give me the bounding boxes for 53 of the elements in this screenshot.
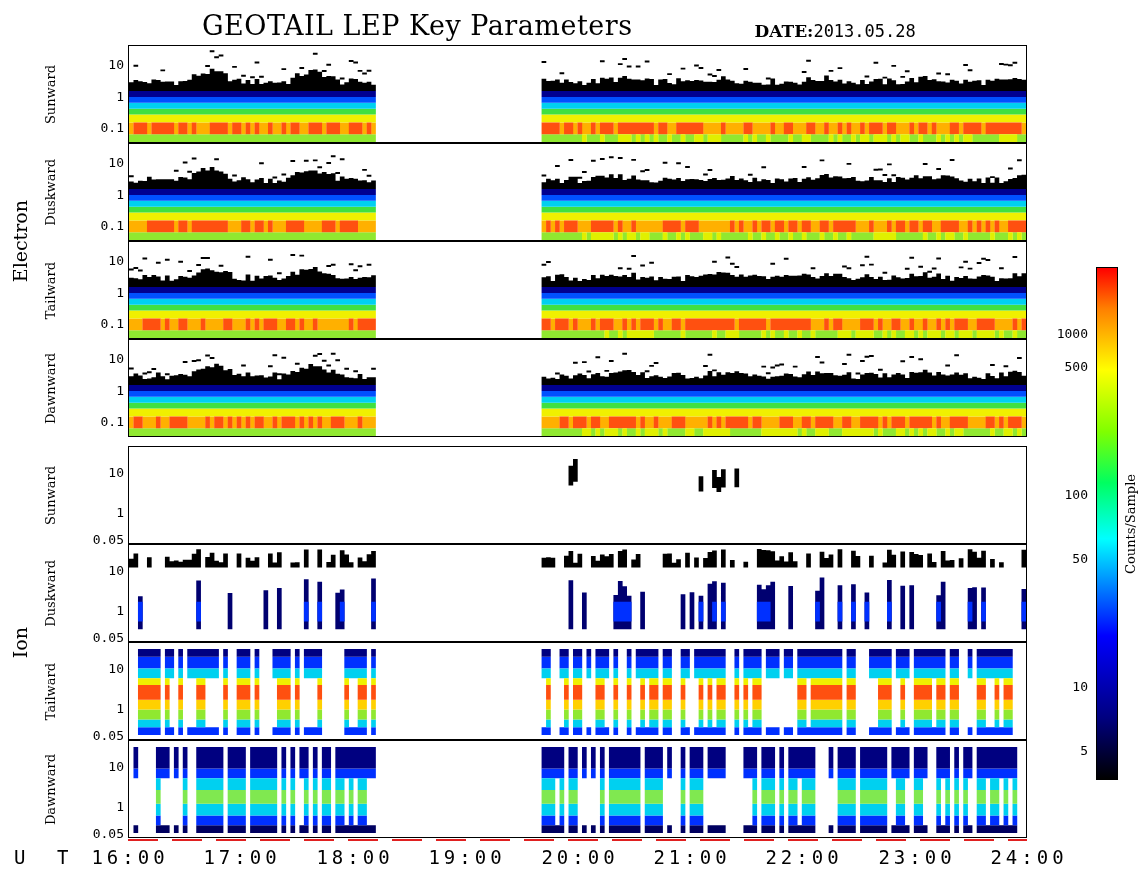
colorbar-tick-label: 1000 [1056, 325, 1088, 341]
x-tick-label: 16:00 [91, 846, 169, 869]
y-tick-label: 1 [116, 504, 124, 520]
y-tick-label: 10 [108, 464, 124, 480]
y-tick-label: 0.05 [92, 825, 124, 841]
x-tick-label: 22:00 [765, 846, 843, 869]
y-tick-label: 10 [108, 758, 124, 774]
colorbar-tick-label: 100 [1064, 486, 1088, 502]
y-tick-label: 0.05 [92, 531, 124, 547]
colorbar-tick-label: 50 [1072, 550, 1088, 566]
panel-label: Tailward [42, 261, 58, 319]
y-tick-label: 10 [108, 252, 124, 268]
panel-label: Dawnward [42, 352, 58, 424]
y-tick-label: 0.05 [92, 727, 124, 743]
y-tick-label: 1 [116, 382, 124, 398]
y-tick-label: 10 [108, 660, 124, 676]
panel-label: Duskward [42, 559, 58, 627]
y-tick-label: 10 [108, 56, 124, 72]
y-tick-label: 1 [116, 88, 124, 104]
x-tick-label: 23:00 [878, 846, 956, 869]
y-tick-label: 1 [116, 602, 124, 618]
x-tick-label: 19:00 [428, 846, 506, 869]
panel-label: Sunward [42, 64, 58, 124]
panel-label: Sunward [42, 465, 58, 525]
y-tick-label: 10 [108, 154, 124, 170]
x-tick-label: 21:00 [653, 846, 731, 869]
y-tick-label: 0.1 [100, 217, 124, 233]
plot-title: GEOTAIL LEP Key Parameters [202, 10, 633, 42]
panel-label: Tailward [42, 662, 58, 720]
x-tick-label: 17:00 [203, 846, 281, 869]
y-tick-label: 0.05 [92, 629, 124, 645]
y-tick-label: 1 [116, 186, 124, 202]
y-tick-label: 1 [116, 284, 124, 300]
colorbar-tick-label: 10 [1072, 678, 1088, 694]
x-tick-label: 18:00 [316, 846, 394, 869]
colorbar-tick-label: 500 [1064, 358, 1088, 374]
y-tick-label: 1 [116, 798, 124, 814]
y-tick-label: 0.1 [100, 413, 124, 429]
y-tick-label: 10 [108, 350, 124, 366]
y-tick-label: 0.1 [100, 315, 124, 331]
date-label: DATE:2013.05.28 [754, 21, 916, 42]
x-axis-label: U T [14, 846, 79, 869]
colorbar-tick-label: 5 [1080, 742, 1088, 758]
panel-label: Dawnward [42, 753, 58, 825]
x-tick-label: 20:00 [541, 846, 619, 869]
y-tick-label: 0.1 [100, 119, 124, 135]
group-label: Electron [9, 200, 31, 283]
panel-label: Duskward [42, 158, 58, 226]
group-label: Ion [9, 626, 31, 658]
x-tick-label: 24:00 [990, 846, 1068, 869]
y-tick-label: 10 [108, 562, 124, 578]
colorbar-label: Counts/Sample [1122, 473, 1138, 574]
y-tick-label: 1 [116, 700, 124, 716]
